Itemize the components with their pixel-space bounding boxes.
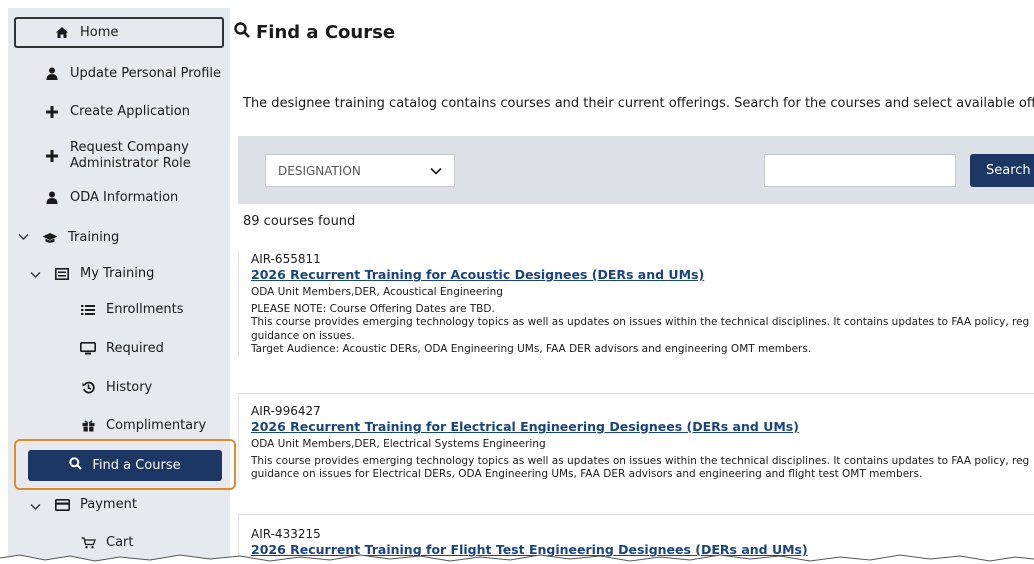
- course-description: This course provides emerging technology…: [251, 454, 1030, 467]
- sidebar-item-label: Required: [106, 341, 164, 356]
- list-item: AIR-655811 2026 Recurrent Training for A…: [238, 252, 1034, 357]
- sidebar-item-label: Training: [68, 230, 120, 245]
- sidebar-item-my-training[interactable]: My Training: [54, 266, 154, 281]
- list-item: AIR-996427 2026 Recurrent Training for E…: [238, 393, 1034, 482]
- sidebar-item-cart[interactable]: Cart: [80, 535, 134, 550]
- course-audience: ODA Unit Members,DER, Acoustical Enginee…: [251, 286, 503, 298]
- sidebar-item-label: History: [106, 380, 153, 395]
- course-description-cont: guidance on issues for Electrical DERs, …: [251, 468, 923, 480]
- sidebar-item-label: Cart: [106, 535, 134, 550]
- course-list: AIR-655811 2026 Recurrent Training for A…: [238, 238, 1034, 564]
- course-id: AIR-996427: [251, 404, 321, 418]
- sidebar-item-training[interactable]: Training: [42, 230, 119, 245]
- course-title-link[interactable]: 2026 Recurrent Training for Electrical E…: [251, 419, 1034, 435]
- designation-select-value: DESIGNATION: [278, 163, 361, 178]
- sidebar-item-update-profile[interactable]: Update Personal Profile: [44, 66, 221, 81]
- sidebar-item-create-application[interactable]: Create Application: [44, 104, 190, 119]
- home-icon: [54, 26, 70, 39]
- course-title-link[interactable]: 2026 Recurrent Training for Acoustic Des…: [251, 267, 1034, 283]
- page-title-text: Find a Course: [256, 22, 396, 43]
- sidebar-item-label: Complimentary: [106, 418, 207, 433]
- sidebar-item-request-admin[interactable]: Request Company Administrator Role: [44, 140, 191, 172]
- sidebar-item-required[interactable]: Required: [80, 341, 164, 356]
- chevron-down-icon: [430, 164, 442, 178]
- page-title: Find a Course: [234, 22, 395, 43]
- course-description-cont: guidance on issues.: [251, 329, 355, 342]
- sidebar-item-label: Update Personal Profile: [70, 66, 222, 81]
- search-input[interactable]: [764, 154, 956, 187]
- history-icon: [80, 381, 96, 394]
- sidebar-item-label: Create Application: [70, 104, 190, 119]
- chevron-down-icon[interactable]: [30, 268, 41, 282]
- sidebar-item-oda-information[interactable]: ODA Information: [44, 190, 178, 205]
- sidebar-item-label: Payment: [80, 497, 137, 512]
- sidebar-item-label: Find a Course: [92, 458, 181, 473]
- search-bar: DESIGNATION Search: [238, 136, 1034, 204]
- course-description: This course provides emerging technology…: [251, 316, 1030, 328]
- gift-icon: [80, 419, 96, 432]
- credit-card-icon: [54, 498, 70, 511]
- designation-select[interactable]: DESIGNATION: [265, 154, 455, 187]
- search-button[interactable]: Search: [970, 154, 1034, 187]
- intro-text: The designee training catalog contains c…: [243, 96, 1034, 111]
- course-id: AIR-655811: [251, 252, 321, 266]
- plus-icon: [44, 105, 60, 118]
- desktop-icon: [80, 342, 96, 355]
- cart-icon: [80, 536, 96, 549]
- sidebar-item-label-line1: Request Company: [70, 140, 189, 155]
- plus-icon: [44, 150, 60, 162]
- course-audience: ODA Unit Members,DER, Electrical Systems…: [251, 438, 546, 450]
- search-icon: [69, 457, 83, 474]
- chevron-down-icon[interactable]: [30, 500, 41, 514]
- sidebar-item-label: ODA Information: [70, 190, 179, 205]
- search-icon: [234, 22, 250, 43]
- torn-edge: [0, 554, 1034, 564]
- list-icon: [80, 304, 96, 316]
- list-box-icon: [54, 267, 70, 280]
- sidebar-item-label: Home: [80, 25, 119, 40]
- graduation-cap-icon: [42, 232, 58, 244]
- main-content: Find a Course The designee training cata…: [230, 8, 1034, 564]
- sidebar-item-label: Enrollments: [106, 302, 184, 317]
- sidebar-item-find-course[interactable]: Find a Course: [28, 450, 222, 481]
- course-note: PLEASE NOTE: Course Offering Dates are T…: [251, 302, 495, 315]
- sidebar-item-label-line2: Administrator Role: [70, 156, 191, 171]
- chevron-down-icon[interactable]: [18, 230, 29, 244]
- course-id: AIR-433215: [251, 527, 321, 541]
- user-icon: [44, 67, 60, 80]
- course-target-audience: Target Audience: Acoustic DERs, ODA Engi…: [251, 343, 812, 355]
- sidebar-item-label: My Training: [80, 266, 155, 281]
- sidebar-item-enrollments[interactable]: Enrollments: [80, 302, 183, 317]
- sidebar-item-complimentary[interactable]: Complimentary: [80, 418, 206, 433]
- user-icon: [44, 191, 60, 204]
- results-count: 89 courses found: [243, 214, 356, 229]
- sidebar-item-payment[interactable]: Payment: [54, 497, 137, 512]
- sidebar-item-history[interactable]: History: [80, 380, 152, 395]
- sidebar-item-label: Request Company Administrator Role: [70, 140, 191, 172]
- sidebar-item-home[interactable]: Home: [14, 17, 224, 48]
